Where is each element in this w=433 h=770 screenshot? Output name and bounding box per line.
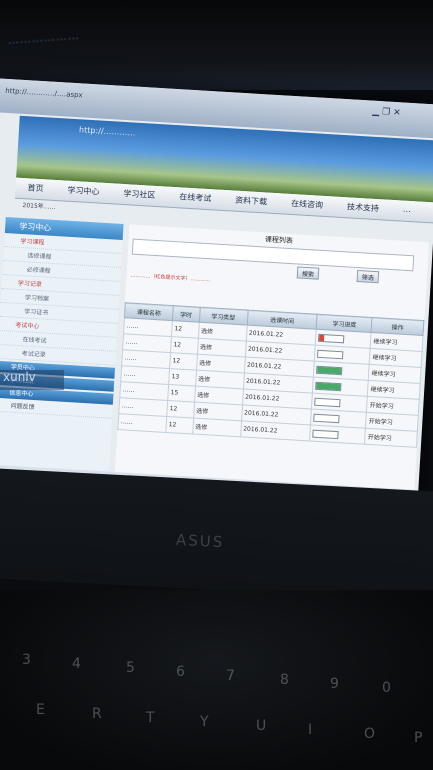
laptop-keyboard: 3 4 5 6 7 8 9 0 E R T Y U I O P bbox=[0, 590, 433, 770]
nav-item[interactable]: 在线咨询 bbox=[278, 193, 335, 216]
nav-item[interactable]: … bbox=[390, 200, 423, 222]
keyboard-key: 7 bbox=[226, 668, 235, 684]
course-date: 2016.01.22 bbox=[240, 420, 311, 441]
progress-bar bbox=[315, 381, 342, 391]
progress-fill bbox=[317, 366, 342, 374]
course-type: 选修 bbox=[192, 418, 242, 437]
progress-bar bbox=[314, 397, 342, 407]
keyboard-key: T bbox=[146, 710, 155, 726]
course-hours: 12 bbox=[169, 352, 198, 371]
course-hours: 13 bbox=[168, 368, 197, 387]
keyboard-key: E bbox=[36, 702, 45, 718]
keyboard-key: U bbox=[256, 718, 267, 734]
progress-cell bbox=[309, 425, 366, 445]
nav-item[interactable]: 学习社区 bbox=[111, 183, 168, 206]
browser-url[interactable]: http://…………/….aspx bbox=[5, 87, 83, 100]
nav-item[interactable]: 首页 bbox=[15, 178, 56, 200]
column-header: 学时 bbox=[172, 305, 200, 323]
keyboard-key: P bbox=[414, 730, 423, 746]
keyboard-key: R bbox=[92, 706, 102, 722]
keyboard-key: 5 bbox=[126, 660, 135, 676]
sidebar-items: 学习课程 选修课程 必修课程 学习记录 学习档案 学习证书 考试中心 在线考试 考试记录 bbox=[0, 233, 123, 366]
course-hours: 12 bbox=[171, 320, 199, 339]
keyboard-key: 9 bbox=[330, 676, 339, 692]
course-action-link[interactable]: 开始学习 bbox=[364, 428, 418, 448]
keyboard-key: 4 bbox=[72, 656, 81, 672]
main-content: 课程列表 搜索 筛选 …………（红色提示文字）………… 课程名称 学时 学习类型 选课… bbox=[114, 224, 430, 502]
course-hours: 12 bbox=[165, 416, 194, 435]
keyboard-key: 6 bbox=[176, 664, 185, 680]
progress-bar bbox=[318, 333, 345, 343]
nav-item[interactable]: 学习中心 bbox=[55, 180, 112, 203]
brand-logo: ASUS bbox=[175, 530, 225, 552]
progress-bar bbox=[316, 365, 343, 375]
progress-bar bbox=[312, 429, 340, 439]
keyboard-key: O bbox=[364, 726, 376, 742]
progress-fill bbox=[316, 382, 341, 390]
course-table: 课程名称 学时 学习类型 选课时间 学习进度 操作 …… 12 选修 2016.01.22 继续学… bbox=[117, 302, 424, 448]
keyboard-key: 0 bbox=[382, 680, 391, 696]
keyboard-key: Y bbox=[200, 714, 209, 730]
laptop-screen: http://…………/….aspx ▁ ❐ ✕ http://………… 首页学… bbox=[0, 78, 433, 524]
progress-bar bbox=[317, 349, 344, 359]
nav-item[interactable]: 在线考试 bbox=[167, 187, 224, 210]
course-hours: 15 bbox=[167, 384, 196, 403]
table-body: …… 12 选修 2016.01.22 继续学习…… 12 选修 2016.01.22 继续学习… bbox=[117, 317, 423, 448]
nav-item[interactable]: 技术支持 bbox=[334, 197, 391, 220]
course-hours: 12 bbox=[170, 336, 199, 355]
progress-bar bbox=[313, 413, 341, 423]
watermark: xunlv bbox=[0, 370, 64, 390]
keyboard-key: I bbox=[308, 722, 313, 738]
progress-fill bbox=[319, 334, 325, 341]
search-button[interactable]: 搜索 bbox=[296, 266, 320, 280]
course-title[interactable]: …… bbox=[117, 413, 167, 433]
keyboard-key: 8 bbox=[280, 672, 289, 688]
window-control-icons[interactable]: ▁ ❐ ✕ bbox=[372, 107, 401, 119]
course-hours: 12 bbox=[166, 400, 195, 419]
filter-button[interactable]: 筛选 bbox=[356, 269, 380, 284]
keyboard-key: 3 bbox=[22, 652, 31, 668]
nav-item[interactable]: 资料下载 bbox=[223, 190, 280, 213]
sidebar: 学习中心 学习课程 选修课程 必修课程 学习记录 学习档案 学习证书 考试中心 在线考试 考试记… bbox=[0, 217, 124, 474]
banner-url: http://………… bbox=[78, 125, 136, 138]
